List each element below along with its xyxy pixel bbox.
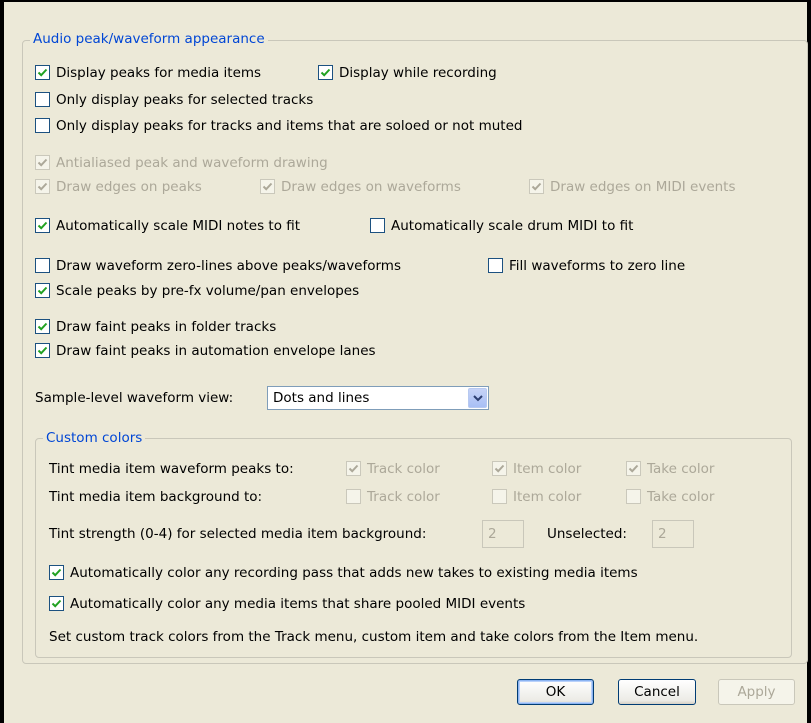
zero-lines-checkbox[interactable]: Draw waveform zero-lines above peaks/wav… (35, 256, 401, 276)
color-pooled-midi-checkbox[interactable]: Automatically color any media items that… (49, 594, 525, 614)
apply-button[interactable]: Apply (718, 679, 795, 705)
custom-colors-note: Set custom track colors from the Track m… (49, 629, 699, 645)
checkmark-icon (529, 179, 544, 194)
edges-peaks-checkbox[interactable]: Draw edges on peaks (35, 177, 202, 197)
checkbox-label: Automatically color any recording pass t… (70, 565, 638, 581)
ok-button[interactable]: OK (517, 679, 594, 705)
custom-colors-title: Custom colors (43, 430, 146, 446)
tint-strength-label: Tint strength (0-4) for selected media i… (49, 526, 427, 542)
scale-prefx-checkbox[interactable]: Scale peaks by pre-fx volume/pan envelop… (35, 281, 359, 301)
checkbox-label: Draw edges on waveforms (281, 179, 461, 195)
checkbox-label: Fill waveforms to zero line (509, 258, 686, 274)
checkmark-icon (49, 565, 64, 580)
checkbox-label: Draw edges on MIDI events (550, 179, 736, 195)
bg-track-color-checkbox[interactable]: Track color (346, 487, 440, 507)
display-peaks-checkbox[interactable]: Display peaks for media items (35, 63, 261, 83)
scale-midi-checkbox[interactable]: Automatically scale MIDI notes to fit (35, 216, 300, 236)
checkbox-label: Take color (647, 489, 715, 505)
checkbox-box (346, 489, 361, 504)
checkbox-label: Draw faint peaks in automation envelope … (56, 343, 376, 359)
window-frame-left (0, 0, 4, 723)
checkbox-label: Item color (513, 489, 582, 505)
checkmark-icon (35, 218, 50, 233)
checkmark-icon (492, 461, 507, 476)
peaks-item-color-checkbox[interactable]: Item color (492, 459, 581, 479)
checkbox-box (488, 258, 503, 273)
cancel-button[interactable]: Cancel (618, 679, 696, 705)
checkbox-label: Only display peaks for selected tracks (56, 92, 314, 108)
sample-view-label: Sample-level waveform view: (35, 390, 234, 406)
checkbox-label: Only display peaks for tracks and items … (56, 118, 523, 134)
checkbox-label: Track color (367, 461, 440, 477)
sample-view-select[interactable]: Dots and lines (267, 386, 489, 410)
checkbox-label: Automatically color any media items that… (70, 596, 526, 612)
window-frame-top (0, 0, 811, 2)
fill-zero-checkbox[interactable]: Fill waveforms to zero line (488, 256, 685, 276)
antialiased-checkbox[interactable]: Antialiased peak and waveform drawing (35, 153, 328, 173)
peaks-track-color-checkbox[interactable]: Track color (346, 459, 440, 479)
tint-peaks-label: Tint media item waveform peaks to: (49, 461, 294, 477)
checkmark-icon (35, 319, 50, 334)
tint-strength-input[interactable]: 2 (482, 520, 524, 548)
checkbox-label: Take color (647, 461, 715, 477)
checkbox-label: Item color (513, 461, 582, 477)
edges-waveforms-checkbox[interactable]: Draw edges on waveforms (260, 177, 461, 197)
faint-folder-checkbox[interactable]: Draw faint peaks in folder tracks (35, 317, 276, 337)
only-soloed-checkbox[interactable]: Only display peaks for tracks and items … (35, 116, 522, 136)
checkmark-icon (260, 179, 275, 194)
checkbox-box (626, 489, 641, 504)
unselected-strength-input[interactable]: 2 (652, 520, 694, 548)
tint-bg-label: Tint media item background to: (49, 489, 263, 505)
checkbox-label: Draw edges on peaks (56, 179, 202, 195)
color-recording-pass-checkbox[interactable]: Automatically color any recording pass t… (49, 563, 638, 583)
checkbox-box (370, 218, 385, 233)
checkmark-icon (35, 155, 50, 170)
checkbox-label: Draw faint peaks in folder tracks (56, 319, 277, 335)
checkbox-label: Display peaks for media items (56, 65, 262, 81)
checkmark-icon (346, 461, 361, 476)
checkbox-label: Antialiased peak and waveform drawing (56, 155, 328, 171)
peaks-take-color-checkbox[interactable]: Take color (626, 459, 714, 479)
scale-drum-checkbox[interactable]: Automatically scale drum MIDI to fit (370, 216, 633, 236)
checkbox-box (35, 92, 50, 107)
bg-item-color-checkbox[interactable]: Item color (492, 487, 581, 507)
checkmark-icon (626, 461, 641, 476)
checkbox-label: Draw waveform zero-lines above peaks/wav… (56, 258, 401, 274)
checkbox-box (35, 118, 50, 133)
checkmark-icon (35, 283, 50, 298)
checkbox-box (492, 489, 507, 504)
checkbox-label: Automatically scale drum MIDI to fit (391, 218, 634, 234)
checkmark-icon (318, 65, 333, 80)
checkmark-icon (35, 343, 50, 358)
bg-take-color-checkbox[interactable]: Take color (626, 487, 714, 507)
checkmark-icon (35, 179, 50, 194)
checkmark-icon (49, 596, 64, 611)
chevron-down-icon[interactable] (468, 388, 487, 408)
unselected-label: Unselected: (547, 526, 627, 542)
checkbox-label: Scale peaks by pre-fx volume/pan envelop… (56, 283, 360, 299)
checkbox-label: Display while recording (339, 65, 497, 81)
faint-automation-checkbox[interactable]: Draw faint peaks in automation envelope … (35, 341, 376, 361)
edges-midi-checkbox[interactable]: Draw edges on MIDI events (529, 177, 736, 197)
peaks-group-title: Audio peak/waveform appearance (30, 31, 268, 47)
checkbox-label: Automatically scale MIDI notes to fit (56, 218, 301, 234)
display-while-recording-checkbox[interactable]: Display while recording (318, 63, 497, 83)
checkbox-label: Track color (367, 489, 440, 505)
checkmark-icon (35, 65, 50, 80)
checkbox-box (35, 258, 50, 273)
only-selected-tracks-checkbox[interactable]: Only display peaks for selected tracks (35, 90, 313, 110)
sample-view-value: Dots and lines (273, 390, 370, 406)
